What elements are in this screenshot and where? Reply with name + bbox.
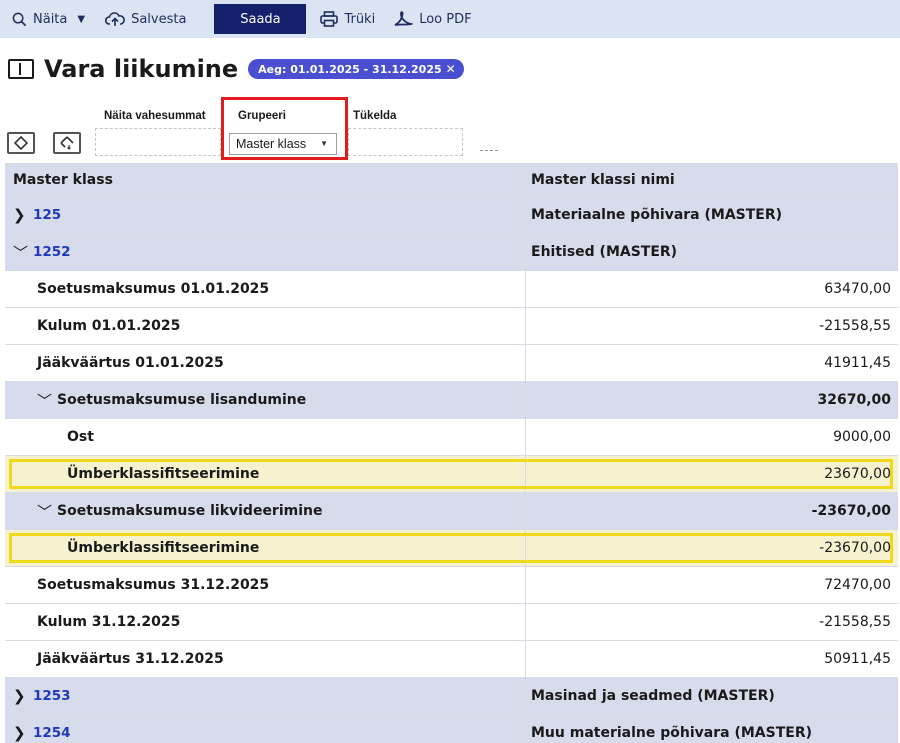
table-row: Ümberklassifitseerimine 23670,00 bbox=[5, 456, 898, 493]
highlight-annotation bbox=[221, 97, 348, 160]
save-button[interactable]: Salvesta bbox=[105, 4, 186, 34]
table-row[interactable]: ❯ 1254 Muu materialne põhivara (MASTER) bbox=[5, 715, 898, 743]
table-row: Jääkväärtus 01.01.2025 41911,45 bbox=[5, 345, 898, 382]
row-value: 9000,00 bbox=[833, 429, 891, 445]
table-row: Soetusmaksumus 31.12.2025 72470,00 bbox=[5, 567, 898, 604]
expand-all-button[interactable] bbox=[7, 132, 35, 154]
row-label: Ost bbox=[5, 419, 526, 455]
save-button-label: Salvesta bbox=[131, 11, 187, 27]
close-icon[interactable]: ✕ bbox=[446, 62, 456, 76]
table-row: Jääkväärtus 31.12.2025 50911,45 bbox=[5, 641, 898, 678]
chevron-right-icon[interactable]: ❯ bbox=[13, 206, 29, 224]
split-label: Tükelda bbox=[353, 110, 397, 122]
table-row: Kulum 31.12.2025 -21558,55 bbox=[5, 604, 898, 641]
split-dropzone[interactable] bbox=[348, 128, 463, 156]
row-name: Masinad ja seadmed (MASTER) bbox=[531, 688, 775, 704]
row-value: 23670,00 bbox=[824, 466, 891, 482]
period-filter-label: Aeg: 01.01.2025 - 31.12.2025 bbox=[258, 62, 442, 76]
show-button[interactable]: Näita bbox=[12, 4, 67, 34]
chevron-down-icon[interactable]: ﹀ bbox=[37, 390, 53, 411]
sidebar-toggle-icon[interactable] bbox=[8, 59, 34, 79]
row-label: Ümberklassifitseerimine bbox=[5, 456, 526, 492]
row-label: Kulum 01.01.2025 bbox=[5, 308, 526, 344]
print-button[interactable]: Trüki bbox=[320, 4, 375, 34]
subtotal-dropzone[interactable] bbox=[95, 128, 221, 156]
table-row: Soetusmaksumus 01.01.2025 63470,00 bbox=[5, 271, 898, 308]
row-value: -23670,00 bbox=[811, 503, 891, 519]
period-filter-badge[interactable]: Aeg: 01.01.2025 - 31.12.2025 ✕ bbox=[248, 59, 464, 79]
row-code[interactable]: 1253 bbox=[33, 688, 71, 704]
send-button-label: Saada bbox=[240, 11, 281, 27]
chevron-right-icon[interactable]: ❯ bbox=[13, 724, 29, 742]
chevron-down-icon[interactable]: ﹀ bbox=[13, 242, 29, 263]
row-value: 72470,00 bbox=[824, 577, 891, 593]
table-header: Master klass Master klassi nimi bbox=[5, 163, 898, 197]
chevron-right-icon[interactable]: ❯ bbox=[13, 687, 29, 705]
collapse-all-button[interactable] bbox=[53, 132, 81, 154]
row-code[interactable]: 1254 bbox=[33, 725, 71, 741]
create-pdf-button-label: Loo PDF bbox=[419, 11, 472, 27]
chevron-down-icon[interactable]: ▼ bbox=[77, 14, 85, 25]
create-pdf-button[interactable]: Loo PDF bbox=[393, 4, 472, 34]
row-label: Jääkväärtus 31.12.2025 bbox=[5, 641, 526, 677]
title-row: Vara liikumine Aeg: 01.01.2025 - 31.12.2… bbox=[8, 52, 464, 86]
row-label: Soetusmaksumuse lisandumine bbox=[57, 392, 307, 408]
row-label: Kulum 31.12.2025 bbox=[5, 604, 526, 640]
pdf-icon bbox=[393, 11, 414, 27]
search-icon bbox=[12, 12, 27, 27]
row-value: 41911,45 bbox=[824, 355, 891, 371]
print-button-label: Trüki bbox=[344, 11, 376, 27]
table-row: Ost 9000,00 bbox=[5, 419, 898, 456]
chevron-down-icon[interactable]: ﹀ bbox=[37, 501, 53, 522]
row-value: 32670,00 bbox=[817, 392, 891, 408]
table-row[interactable]: ❯ 125 Materiaalne põhivara (MASTER) bbox=[5, 197, 898, 234]
header-master-class[interactable]: Master klass bbox=[5, 163, 526, 196]
row-label: Soetusmaksumuse likvideerimine bbox=[57, 503, 323, 519]
printer-icon bbox=[320, 11, 339, 27]
header-master-class-name[interactable]: Master klassi nimi bbox=[526, 163, 898, 196]
table-row[interactable]: ❯ 1253 Masinad ja seadmed (MASTER) bbox=[5, 678, 898, 715]
table-row[interactable]: ﹀ Soetusmaksumuse lisandumine 32670,00 bbox=[5, 382, 898, 419]
row-name: Ehitised (MASTER) bbox=[531, 244, 678, 260]
row-name: Muu materialne põhivara (MASTER) bbox=[531, 725, 812, 741]
row-label: Jääkväärtus 01.01.2025 bbox=[5, 345, 526, 381]
divider bbox=[480, 150, 498, 151]
diamond-icon bbox=[14, 136, 28, 150]
row-value: -21558,55 bbox=[819, 318, 891, 334]
row-label: Soetusmaksumus 31.12.2025 bbox=[5, 567, 526, 603]
row-value: -23670,00 bbox=[819, 540, 891, 556]
row-code[interactable]: 1252 bbox=[33, 244, 71, 260]
row-name: Materiaalne põhivara (MASTER) bbox=[531, 207, 783, 223]
subtotal-label: Näita vahesummat bbox=[104, 110, 206, 122]
cloud-upload-icon bbox=[105, 11, 125, 27]
show-button-label: Näita bbox=[33, 11, 68, 27]
table-row: Kulum 01.01.2025 -21558,55 bbox=[5, 308, 898, 345]
row-label: Ümberklassifitseerimine bbox=[5, 530, 526, 566]
row-code[interactable]: 125 bbox=[33, 207, 61, 223]
table-row: Ümberklassifitseerimine -23670,00 bbox=[5, 530, 898, 567]
page-title: Vara liikumine bbox=[44, 55, 239, 83]
row-value: -21558,55 bbox=[819, 614, 891, 630]
toolbar: Näita ▼ Salvesta Saada Trüki Loo PDF bbox=[0, 0, 900, 38]
table-row[interactable]: ﹀ 1252 Ehitised (MASTER) bbox=[5, 234, 898, 271]
row-label: Soetusmaksumus 01.01.2025 bbox=[5, 271, 526, 307]
send-button[interactable]: Saada bbox=[214, 4, 307, 34]
report-table: Master klass Master klassi nimi ❯ 125 Mat… bbox=[5, 163, 898, 743]
row-value: 63470,00 bbox=[824, 281, 891, 297]
row-value: 50911,45 bbox=[824, 651, 891, 667]
table-row[interactable]: ﹀ Soetusmaksumuse likvideerimine -23670,0… bbox=[5, 493, 898, 530]
diamond-half-icon bbox=[60, 136, 74, 150]
